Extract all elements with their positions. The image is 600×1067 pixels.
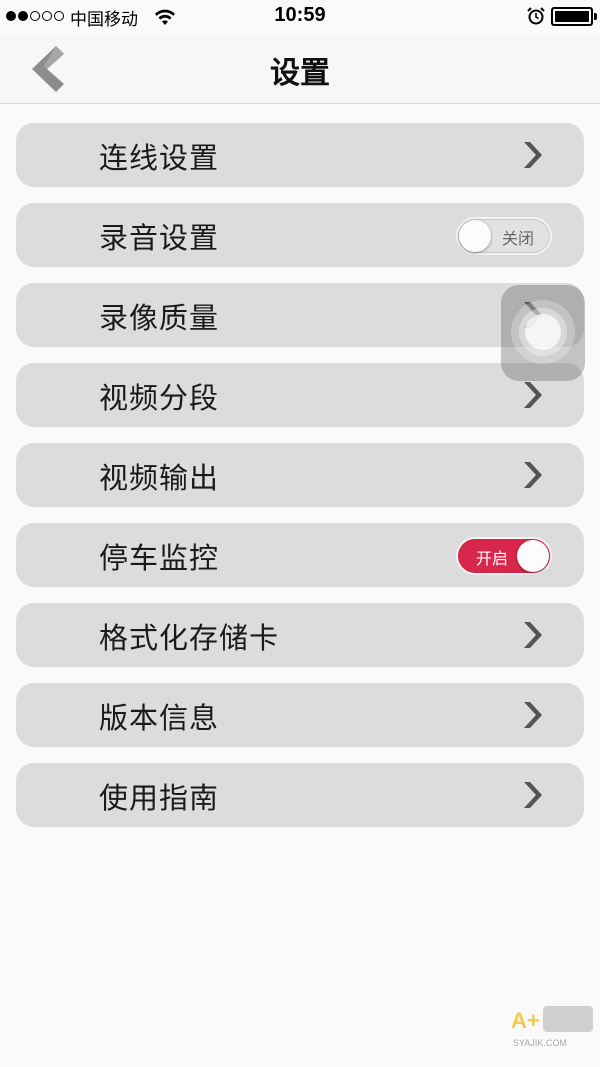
settings-item-version-info[interactable]: 版本信息 (16, 683, 584, 747)
toggle-knob (517, 540, 549, 572)
settings-item-label: 视频输出 (99, 461, 220, 495)
chevron-right-icon (524, 702, 542, 728)
settings-list: 连线设置 录音设置 关闭 录像质量 视频分段 视频输出 停车监控 开启 格式化存… (16, 123, 584, 843)
assistive-touch-button[interactable] (501, 285, 585, 381)
watermark-logo: A+ SYAJIK.COM (511, 1006, 593, 1048)
status-clock: 10:59 (274, 4, 326, 26)
settings-item-label: 连线设置 (99, 141, 220, 175)
battery-icon (551, 7, 597, 26)
toggle-state-label: 开启 (476, 549, 509, 568)
chevron-right-icon (524, 382, 542, 408)
chevron-right-icon (524, 462, 542, 488)
settings-item-label: 版本信息 (99, 701, 220, 735)
chevron-right-icon (524, 622, 542, 648)
settings-item-video-quality[interactable]: 录像质量 (16, 283, 584, 347)
toggle-state-label: 关闭 (501, 229, 534, 248)
audio-recording-toggle[interactable]: 关闭 (456, 217, 552, 255)
svg-text:SYAJIK.COM: SYAJIK.COM (513, 1038, 567, 1048)
chevron-right-icon (524, 142, 542, 168)
settings-item-label: 录像质量 (99, 301, 220, 335)
page-title: 设置 (270, 56, 330, 91)
toggle-knob (459, 220, 491, 252)
settings-item-format-sd-card[interactable]: 格式化存储卡 (16, 603, 584, 667)
settings-item-video-segment[interactable]: 视频分段 (16, 363, 584, 427)
svg-text:A+: A+ (511, 1008, 540, 1033)
alarm-clock-icon (527, 7, 545, 25)
settings-item-connection[interactable]: 连线设置 (16, 123, 584, 187)
settings-item-label: 视频分段 (99, 381, 220, 415)
status-bar: 中国移动 10:59 (0, 0, 600, 34)
settings-item-user-guide[interactable]: 使用指南 (16, 763, 584, 827)
settings-item-parking-monitor[interactable]: 停车监控 开启 (16, 523, 584, 587)
navigation-bar: 设置 (0, 34, 600, 104)
chevron-right-icon (524, 782, 542, 808)
settings-item-video-output[interactable]: 视频输出 (16, 443, 584, 507)
parking-monitor-toggle[interactable]: 开启 (456, 537, 552, 575)
settings-item-audio-recording[interactable]: 录音设置 关闭 (16, 203, 584, 267)
settings-item-label: 停车监控 (99, 541, 220, 575)
settings-item-label: 录音设置 (99, 221, 220, 255)
settings-item-label: 格式化存储卡 (99, 621, 280, 655)
settings-item-label: 使用指南 (99, 781, 220, 815)
